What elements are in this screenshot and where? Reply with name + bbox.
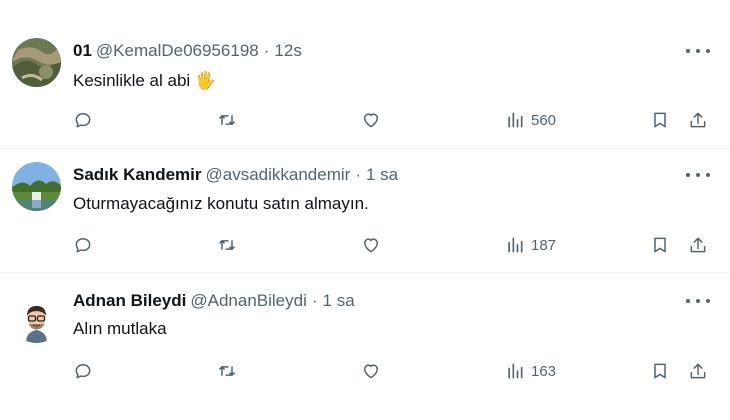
bookmark-icon (654, 237, 666, 253)
like-button[interactable] (361, 233, 381, 257)
retweet-button[interactable] (217, 108, 237, 132)
tweet-header: 01 @KemalDe06956198 · 12s (73, 41, 302, 61)
views-button[interactable]: 163 (505, 359, 556, 383)
tweet-text: Oturmayacağınız konutu satın almayın. (73, 194, 369, 213)
display-name[interactable]: Sadık Kandemir (73, 165, 202, 184)
views-count: 560 (531, 111, 557, 129)
reply-icon (75, 364, 91, 379)
user-handle[interactable]: @AdnanBileydi (190, 291, 307, 310)
share-icon (690, 112, 706, 128)
more-icon[interactable] (686, 296, 710, 306)
reply-icon (75, 238, 91, 253)
display-name[interactable]: Adnan Bileydi (73, 291, 186, 310)
like-button[interactable] (361, 108, 381, 132)
bookmark-icon (654, 112, 666, 128)
user-handle[interactable]: @KemalDe06956198 (96, 41, 259, 60)
tweet-header: Sadık Kandemir @avsadikkandemir · 1 sa (73, 165, 398, 185)
views-icon (508, 363, 523, 379)
retweet-button[interactable] (217, 359, 237, 383)
views-icon (508, 112, 523, 128)
more-icon[interactable] (686, 170, 710, 180)
share-button[interactable] (688, 108, 708, 132)
share-icon (690, 237, 706, 253)
share-icon (690, 363, 706, 379)
display-name[interactable]: 01 (73, 41, 92, 60)
timestamp[interactable]: 1 sa (323, 291, 355, 310)
views-button[interactable]: 187 (505, 233, 556, 257)
tweet-card[interactable]: Adnan Bileydi @AdnanBileydi · 1 sa Alın mut… (0, 272, 730, 420)
separator-dot: · (355, 165, 361, 184)
separator-dot: · (311, 291, 318, 310)
tweet-divider (0, 148, 730, 149)
tweet-header: Adnan Bileydi @AdnanBileydi · 1 sa (73, 291, 355, 311)
action-bar: 187 (0, 233, 730, 257)
reply-icon (75, 113, 91, 128)
action-bar: 560 (0, 108, 730, 132)
retweet-icon (219, 240, 235, 250)
tweet-card[interactable]: 01 @KemalDe06956198 · 12s Kesinlikle al abi… (0, 0, 730, 136)
action-bar: 163 (0, 359, 730, 383)
reply-button[interactable] (73, 359, 93, 383)
share-button[interactable] (688, 233, 708, 257)
reply-button[interactable] (73, 233, 93, 257)
bookmark-button[interactable] (650, 233, 670, 257)
tweet-card[interactable]: Sadık Kandemir @avsadikkandemir · 1 sa Otur… (0, 136, 730, 272)
heart-icon (364, 364, 378, 379)
reply-button[interactable] (73, 108, 93, 132)
separator-dot: · (263, 41, 270, 60)
retweet-button[interactable] (217, 233, 237, 257)
user-handle[interactable]: @avsadikkandemir (206, 165, 351, 184)
views-count: 187 (531, 236, 557, 254)
timestamp[interactable]: 1 sa (366, 165, 398, 184)
retweet-icon (219, 115, 235, 125)
bookmark-button[interactable] (650, 108, 670, 132)
tweet-text: Kesinlikle al abi 🖐 (73, 71, 217, 90)
avatar-image (12, 294, 61, 343)
views-button[interactable]: 560 (505, 108, 556, 132)
views-icon (508, 237, 523, 253)
avatar[interactable] (12, 38, 61, 87)
avatar[interactable] (12, 162, 61, 211)
timestamp[interactable]: 12s (274, 41, 301, 60)
avatar[interactable] (12, 294, 61, 343)
heart-icon (364, 113, 378, 128)
views-count: 163 (531, 362, 557, 380)
avatar-image (12, 38, 61, 87)
bookmark-button[interactable] (650, 359, 670, 383)
bookmark-icon (654, 363, 666, 379)
more-icon[interactable] (686, 46, 710, 56)
retweet-icon (219, 366, 235, 376)
tweet-text: Alın mutlaka (73, 319, 167, 338)
reply-feed: 01 @KemalDe06956198 · 12s Kesinlikle al abi… (0, 0, 730, 420)
tweet-divider (0, 272, 730, 273)
like-button[interactable] (361, 359, 381, 383)
avatar-image (12, 162, 61, 211)
share-button[interactable] (688, 359, 708, 383)
heart-icon (364, 238, 378, 253)
